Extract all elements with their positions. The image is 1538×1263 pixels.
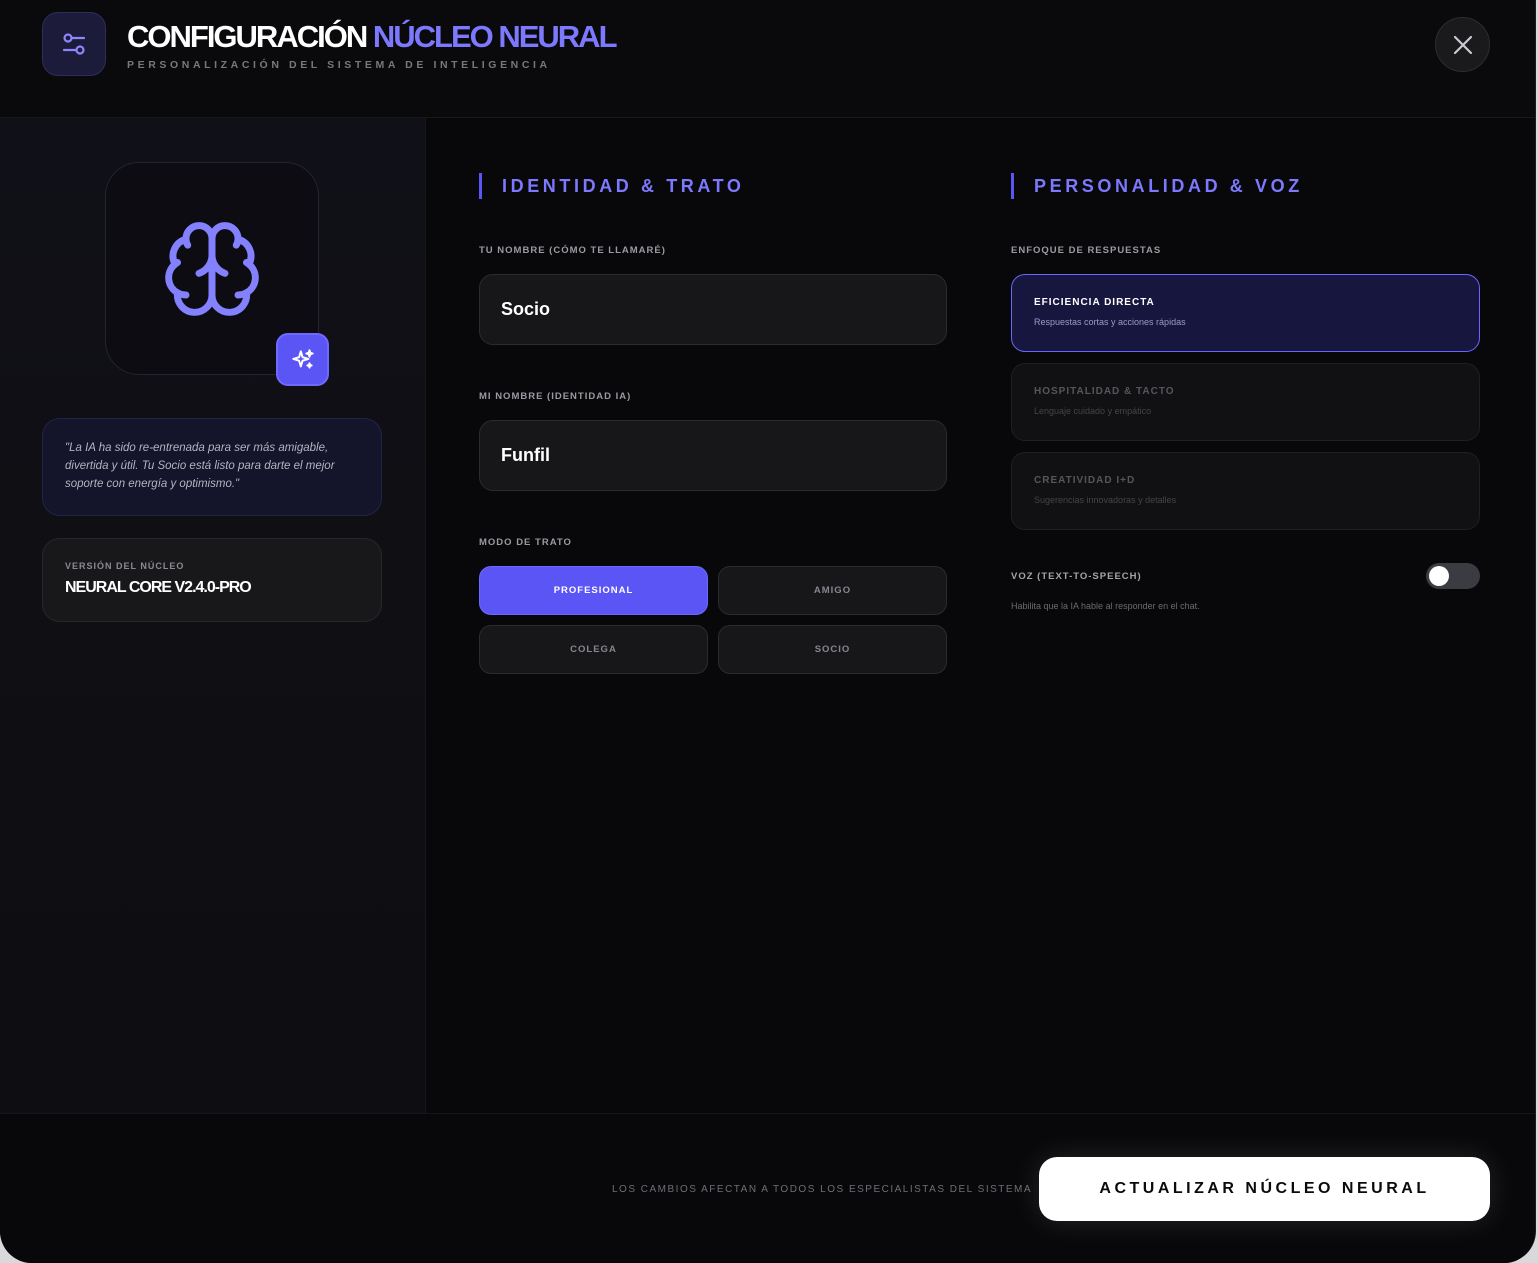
retraining-quote: "La IA ha sido re-entrenada para ser más… — [65, 442, 335, 490]
focus-option-title: EFICIENCIA DIRECTA — [1034, 297, 1155, 308]
focus-option-desc: Lenguaje cuidado y empático — [1034, 406, 1152, 416]
sliders-icon — [42, 12, 106, 76]
footer-note: LOS CAMBIOS AFECTAN A TODOS LOS ESPECIAL… — [612, 1184, 1033, 1195]
title-accent: NÚCLEO NEURAL — [372, 19, 618, 54]
ai-name-input[interactable]: Funfil — [479, 420, 947, 491]
user-name-input[interactable]: Socio — [479, 274, 947, 345]
sparkles-icon — [291, 348, 314, 369]
page-title: CONFIGURACIÓN NÚCLEO NEURAL — [127, 18, 618, 56]
retraining-note: "La IA ha sido re-entrenada para ser más… — [42, 418, 382, 516]
mode-button-socio[interactable]: SOCIO — [718, 625, 947, 674]
config-modal: CONFIGURACIÓN NÚCLEO NEURAL PERSONALIZAC… — [0, 0, 1536, 1263]
focus-option-title: HOSPITALIDAD & TACTO — [1034, 386, 1175, 397]
focus-label: ENFOQUE DE RESPUESTAS — [1011, 245, 1162, 256]
focus-option-creatividad[interactable]: CREATIVIDAD I+D Sugerencias innovadoras … — [1011, 452, 1480, 530]
voice-label: VOZ (TEXT-TO-SPEECH) — [1011, 571, 1142, 582]
identity-section-title: IDENTIDAD & TRATO — [479, 173, 745, 199]
title-main: CONFIGURACIÓN — [127, 19, 368, 54]
brain-icon — [165, 221, 259, 316]
sidebar-panel: "La IA ha sido re-entrenada para ser más… — [0, 118, 426, 1113]
mode-button-amigo[interactable]: AMIGO — [718, 566, 947, 615]
core-version-card: VERSIÓN DEL NÚCLEO NEURAL CORE V2.4.0-PR… — [42, 538, 382, 622]
voice-toggle[interactable] — [1426, 563, 1480, 589]
close-icon — [1453, 35, 1472, 54]
modal-header: CONFIGURACIÓN NÚCLEO NEURAL PERSONALIZAC… — [0, 0, 1535, 118]
regenerate-avatar-button[interactable] — [276, 333, 329, 386]
mode-label: MODO DE TRATO — [479, 537, 572, 548]
mode-button-profesional[interactable]: PROFESIONAL — [479, 566, 708, 615]
focus-option-desc: Respuestas cortas y acciones rápidas — [1034, 317, 1186, 327]
modal-footer: LOS CAMBIOS AFECTAN A TODOS LOS ESPECIAL… — [0, 1113, 1535, 1263]
close-button[interactable] — [1435, 17, 1490, 72]
focus-option-title: CREATIVIDAD I+D — [1034, 475, 1136, 486]
focus-option-hospitalidad[interactable]: HOSPITALIDAD & TACTO Lenguaje cuidado y … — [1011, 363, 1480, 441]
personality-section-title: PERSONALIDAD & VOZ — [1011, 173, 1303, 199]
user-name-label: TU NOMBRE (CÓMO TE LLAMARÉ) — [479, 245, 666, 256]
focus-option-desc: Sugerencias innovadoras y detalles — [1034, 495, 1177, 505]
page-subtitle: PERSONALIZACIÓN DEL SISTEMA DE INTELIGEN… — [127, 59, 551, 71]
voice-help-text: Habilita que la IA hable al responder en… — [1011, 601, 1200, 611]
version-value: NEURAL CORE V2.4.0-PRO — [65, 579, 252, 596]
focus-option-eficiencia[interactable]: EFICIENCIA DIRECTA Respuestas cortas y a… — [1011, 274, 1480, 352]
mode-button-colega[interactable]: COLEGA — [479, 625, 708, 674]
version-label: VERSIÓN DEL NÚCLEO — [65, 561, 185, 571]
ai-name-label: MI NOMBRE (IDENTIDAD IA) — [479, 391, 632, 402]
update-core-button[interactable]: ACTUALIZAR NÚCLEO NEURAL — [1039, 1157, 1490, 1221]
voice-toggle-knob — [1429, 566, 1449, 586]
